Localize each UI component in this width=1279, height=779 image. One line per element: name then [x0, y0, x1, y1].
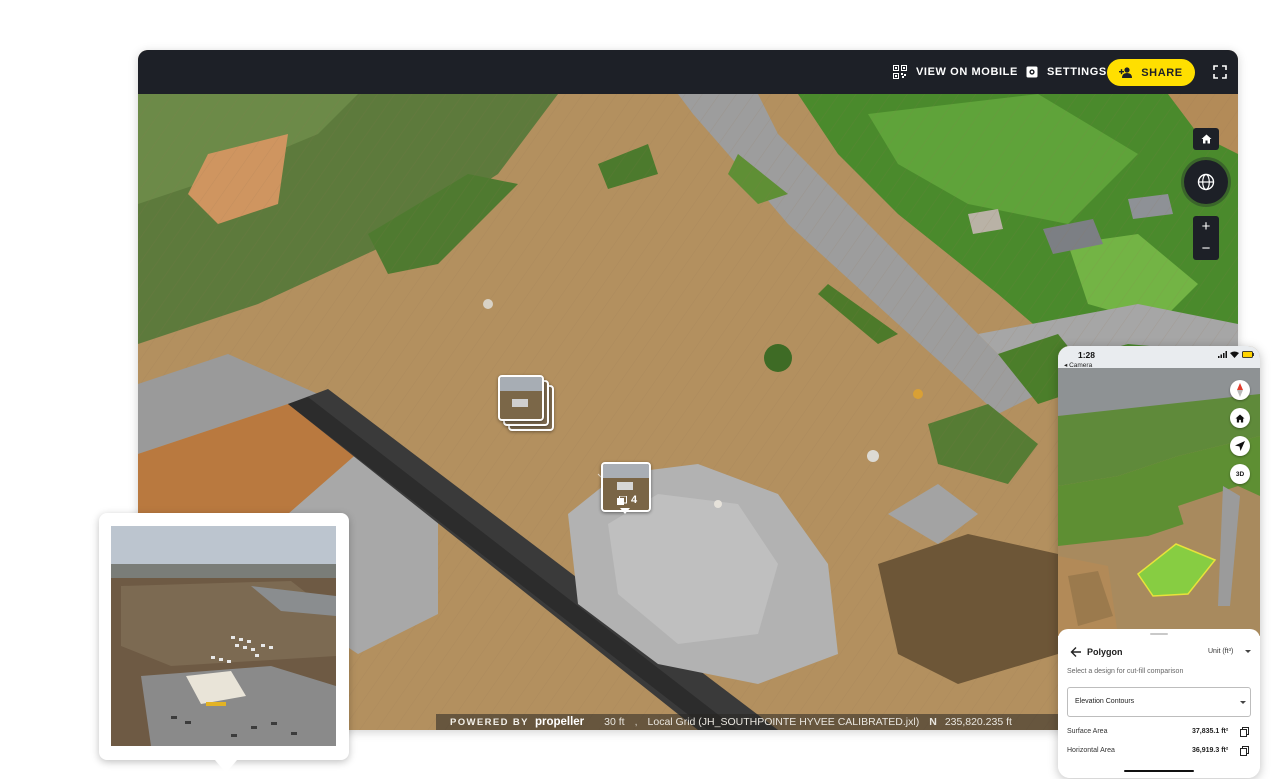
- photos-icon: [617, 495, 627, 505]
- copy-icon[interactable]: [1240, 727, 1249, 737]
- share-label: SHARE: [1141, 66, 1183, 79]
- horizontal-area-label: Horizontal Area: [1067, 747, 1115, 754]
- horizontal-area-value: 36,919.3 ft²: [1192, 747, 1229, 754]
- view-on-mobile-button[interactable]: VIEW ON MOBILE: [893, 50, 1018, 94]
- fullscreen-icon[interactable]: [1213, 65, 1227, 79]
- photo-stack-marker[interactable]: [498, 375, 558, 435]
- zoom-controls: + −: [1193, 216, 1219, 260]
- design-select[interactable]: Elevation Contours: [1067, 687, 1251, 717]
- wifi-icon: [1230, 351, 1239, 358]
- chevron-down-icon: [1240, 701, 1246, 704]
- unit-selector[interactable]: Unit (ft³): [1208, 648, 1233, 655]
- design-hint: Select a design for cut-fill comparison: [1067, 668, 1184, 675]
- marker-pointer: [620, 508, 630, 514]
- mobile-preview: 1:28 ◂ Camera 3D Polygon Unit (ft³) Sele…: [1058, 346, 1260, 778]
- view-on-mobile-label: VIEW ON MOBILE: [916, 66, 1018, 78]
- home-icon: [1201, 134, 1211, 144]
- back-to-camera-link[interactable]: ◂ Camera: [1064, 361, 1092, 369]
- home-icon: [1235, 413, 1245, 423]
- polygon-panel: Polygon Unit (ft³) Select a design for c…: [1058, 629, 1260, 778]
- photo-group-marker[interactable]: 4: [601, 462, 651, 512]
- separator: ,: [634, 716, 638, 728]
- compass-button[interactable]: [1230, 380, 1250, 400]
- propeller-logo: propeller: [534, 716, 585, 728]
- home-indicator: [1124, 770, 1194, 772]
- copy-icon[interactable]: [1240, 746, 1249, 756]
- design-select-value: Elevation Contours: [1075, 698, 1135, 705]
- photo-thumb: [498, 375, 544, 421]
- compass-icon: [1237, 383, 1243, 397]
- locate-button[interactable]: [1230, 436, 1250, 456]
- panel-title: Polygon: [1087, 647, 1123, 657]
- qr-code-icon: [893, 65, 907, 79]
- phone-time: 1:28: [1078, 350, 1096, 360]
- top-toolbar: VIEW ON MOBILE SETTINGS SHARE: [138, 50, 1238, 94]
- mobile-home-button[interactable]: [1230, 408, 1250, 428]
- location-arrow-icon: [1235, 441, 1245, 451]
- northing-value: 235,820.235 ft: [944, 716, 1012, 728]
- settings-label: SETTINGS: [1047, 66, 1107, 78]
- share-button[interactable]: SHARE: [1107, 59, 1195, 86]
- home-view-button[interactable]: [1193, 128, 1219, 150]
- popup-pointer: [215, 760, 237, 773]
- scale-label: 30 ft: [604, 716, 625, 728]
- add-user-icon: [1119, 67, 1133, 78]
- aerial-photo[interactable]: [111, 526, 336, 746]
- phone-status-icons: [1218, 351, 1254, 358]
- surface-area-value: 37,835.1 ft²: [1192, 728, 1229, 735]
- battery-icon: [1242, 351, 1254, 358]
- globe-icon: [1197, 173, 1215, 191]
- photo-count-value: 4: [631, 494, 638, 506]
- zoom-in-button[interactable]: +: [1193, 216, 1219, 238]
- grid-label: Local Grid (JH_SOUTHPOINTE HYVEE CALIBRA…: [647, 716, 920, 728]
- settings-button[interactable]: SETTINGS: [1026, 50, 1107, 94]
- globe-navigation-button[interactable]: [1184, 160, 1228, 204]
- powered-by-label: POWERED BY: [450, 716, 529, 728]
- photo-count: 4: [617, 494, 637, 506]
- sheet-handle[interactable]: [1150, 633, 1168, 635]
- chevron-down-icon: [1245, 650, 1251, 653]
- northing-label: N: [929, 716, 937, 728]
- signal-icon: [1218, 351, 1227, 358]
- mode-3d-button[interactable]: 3D: [1230, 464, 1250, 484]
- zoom-out-button[interactable]: −: [1193, 238, 1219, 260]
- surface-area-label: Surface Area: [1067, 728, 1108, 735]
- photo-popup: [99, 513, 349, 773]
- back-arrow-icon[interactable]: [1070, 646, 1082, 658]
- gear-icon: [1026, 66, 1038, 78]
